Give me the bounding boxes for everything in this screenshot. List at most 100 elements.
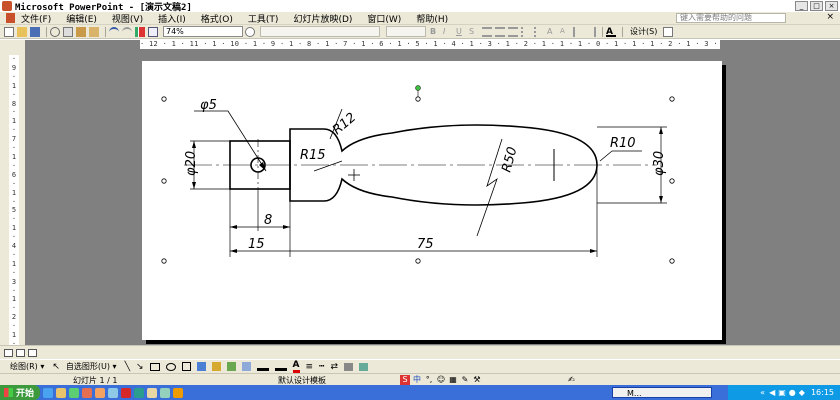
ime-settings-icon[interactable]: ✎ [460,375,470,385]
shadow-icon[interactable]: S [469,27,479,37]
slide-canvas[interactable]: φ5 R12 R15 R50 R10 φ20 φ30 8 15 75 [142,61,722,340]
normal-view-icon[interactable] [4,349,13,357]
slideshow-view-icon[interactable] [28,349,37,357]
paste-icon[interactable] [76,26,86,37]
document-icon[interactable] [6,13,15,23]
help-search-input[interactable]: 键入需要帮助的问题 [676,13,786,23]
align-right-icon[interactable] [508,26,518,37]
menu-slideshow[interactable]: 幻灯片放映(D) [293,12,352,25]
ime-chinese-mode[interactable]: 中 [412,375,422,385]
align-center-icon[interactable] [495,26,505,37]
minimize-button[interactable]: _ [795,1,808,11]
menu-help[interactable]: 帮助(H) [416,12,448,25]
vertical-ruler[interactable]: · 9 · 1 · 8 · 1 · 7 · 1 · 6 · 1 · 5 · 1 … [9,55,19,345]
quicklaunch-app1-icon[interactable] [69,387,80,398]
picture-icon[interactable] [241,362,251,371]
ime-logo-icon[interactable]: S [400,374,410,385]
copy-icon[interactable] [63,26,73,37]
quicklaunch-app7-icon[interactable] [147,387,158,398]
undo-icon[interactable] [109,26,119,37]
menu-format[interactable]: 格式(O) [201,12,233,25]
increase-indent-icon[interactable] [586,26,596,37]
italic-icon[interactable]: I [443,27,453,37]
fill-color-icon[interactable] [256,362,269,371]
rectangle-icon[interactable] [149,362,160,371]
table-icon[interactable] [148,26,158,37]
autoshapes-button[interactable]: 自选图形(U) ▾ [66,361,117,372]
increase-font-icon[interactable]: A [547,27,557,37]
bullets-icon[interactable] [534,26,544,37]
ime-tools-icon[interactable]: ⚒ [472,375,482,385]
menu-file[interactable]: 文件(F) [21,12,51,25]
taskbar-powerpoint-button[interactable]: M... [612,387,712,398]
line-style-icon[interactable]: ≡ [306,362,314,372]
mechanical-drawing[interactable]: φ5 R12 R15 R50 R10 φ20 φ30 8 15 75 [142,61,722,340]
clipart-icon[interactable] [226,362,236,371]
tray-ime-icon[interactable]: ● [789,388,796,397]
ime-fullwidth-icon[interactable]: ☺ [436,375,446,385]
quicklaunch-app2-icon[interactable] [82,387,93,398]
align-left-icon[interactable] [482,26,492,37]
quicklaunch-app5-icon[interactable] [121,387,132,398]
ime-punctuation-icon[interactable]: °, [424,375,434,385]
wordart-icon[interactable] [196,362,206,371]
select-pointer-icon[interactable]: ↖ [52,362,60,372]
textbox-icon[interactable] [181,362,191,371]
decrease-font-icon[interactable]: A [560,27,570,37]
tray-expand-icon[interactable]: « [760,388,765,397]
clock[interactable]: 16:15 [811,388,834,397]
spell-check-icon[interactable]: ✍ [568,375,575,384]
open-icon[interactable] [17,26,27,37]
redo-icon[interactable] [122,26,132,37]
new-slide-icon[interactable] [663,26,674,37]
font-color-icon[interactable]: A [606,27,616,37]
zoom-select[interactable]: 74% [163,26,243,37]
numbering-icon[interactable] [521,26,531,37]
bold-icon[interactable]: B [430,27,440,37]
horizontal-ruler[interactable]: · 12 · 1 · 11 · 1 · 10 · 1 · 9 · 1 · 8 ·… [140,40,720,49]
powerpoint-app-icon[interactable] [2,1,12,11]
chart-icon[interactable] [135,26,145,37]
shadow-style-icon[interactable] [344,362,354,371]
quicklaunch-app8-icon[interactable] [160,387,171,398]
font-name-select[interactable] [260,26,380,37]
quicklaunch-app4-icon[interactable] [108,387,119,398]
new-icon[interactable] [4,26,14,37]
cut-icon[interactable] [50,26,60,37]
oval-icon[interactable] [165,362,176,371]
save-icon[interactable] [30,26,40,37]
rotation-handle[interactable] [415,85,421,91]
font-color-draw-icon[interactable]: A [292,360,300,373]
start-button[interactable]: 开始 [0,385,41,400]
decrease-indent-icon[interactable] [573,26,583,37]
tray-volume-icon[interactable]: ◀ [769,388,775,397]
quicklaunch-app3-icon[interactable] [95,387,106,398]
3d-style-icon[interactable] [359,362,369,371]
dash-style-icon[interactable]: ┅ [319,362,324,372]
sorter-view-icon[interactable] [16,349,25,357]
diagram-icon[interactable] [211,362,221,371]
close-button[interactable]: × [825,1,838,11]
maximize-button[interactable]: □ [810,1,823,11]
underline-icon[interactable]: U [456,27,466,37]
design-button[interactable]: 设计(S) [630,26,657,37]
menu-window[interactable]: 窗口(W) [367,12,401,25]
quicklaunch-ie-icon[interactable] [43,387,54,398]
draw-menu-button[interactable]: 绘图(R) ▾ [10,361,44,372]
help-icon[interactable] [245,26,255,37]
tray-security-icon[interactable]: ◆ [799,388,805,397]
arrow-style-icon[interactable]: ⇄ [330,362,338,372]
quicklaunch-desktop-icon[interactable] [56,387,67,398]
menu-tools[interactable]: 工具(T) [248,12,279,25]
line-color-icon[interactable] [274,362,287,371]
line-icon[interactable]: ╲ [125,362,130,372]
document-close-icon[interactable]: × [826,12,834,22]
format-painter-icon[interactable] [89,26,99,37]
menu-insert[interactable]: 插入(I) [158,12,186,25]
font-size-select[interactable] [386,26,426,37]
arrow-icon[interactable]: ↘ [136,362,144,372]
tray-network-icon[interactable]: ▣ [778,388,786,397]
menu-view[interactable]: 视图(V) [112,12,143,25]
quicklaunch-app6-icon[interactable] [134,387,145,398]
quicklaunch-app9-icon[interactable] [173,387,184,398]
